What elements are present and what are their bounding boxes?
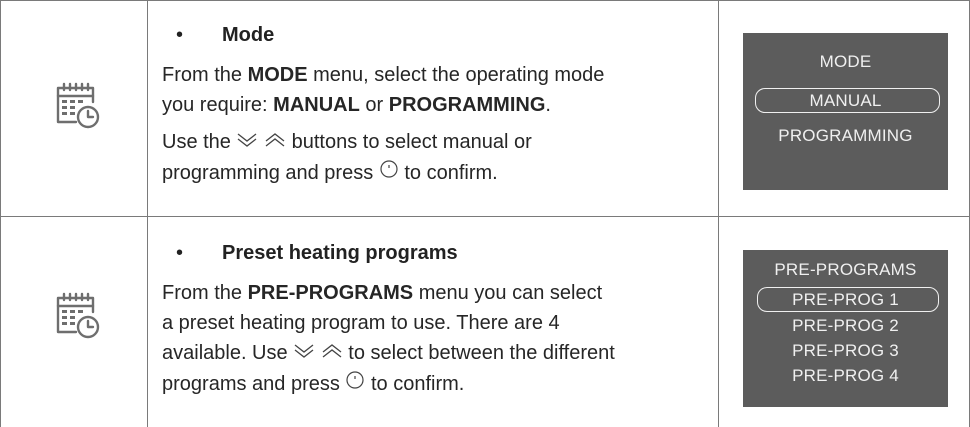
calendar-clock-icon	[53, 290, 103, 340]
confirm-button-icon	[379, 158, 399, 188]
confirm-button-icon	[345, 369, 365, 399]
double-chevron-up-icon	[264, 128, 286, 158]
emphasis-manual: MANUAL	[273, 94, 360, 116]
screen-item: PRE-PROG 4	[792, 366, 899, 385]
screen-item: PRE-PROG 1	[792, 290, 899, 309]
emphasis-programming: PROGRAMMING	[388, 94, 546, 116]
preset-description: From the PRE-PROGRAMS menu you can selec…	[162, 278, 717, 399]
bullet: •	[176, 242, 184, 264]
calendar-clock-icon	[53, 80, 103, 130]
row-divider	[0, 216, 970, 217]
section-heading-mode: Mode	[222, 24, 275, 46]
emphasis-mode: MODE	[247, 64, 308, 86]
emphasis-pre-programs: PRE-PROGRAMS	[247, 282, 414, 304]
screen-item: PRE-PROG 3	[792, 341, 899, 360]
screen-item: PRE-PROG 2	[792, 316, 899, 335]
lcd-mode-screen: MODE MANUAL PROGRAMMING	[743, 33, 948, 190]
instruction-table: • Mode From the MODE menu, select the op…	[0, 0, 970, 427]
lcd-preprograms-screen: PRE-PROGRAMS PRE-PROG 1 PRE-PROG 2 PRE-P…	[743, 250, 948, 407]
screen-item: PROGRAMMING	[778, 126, 913, 145]
double-chevron-up-icon	[321, 339, 343, 369]
double-chevron-down-icon	[236, 128, 258, 158]
screen-title: PRE-PROGRAMS	[774, 260, 917, 279]
double-chevron-down-icon	[293, 339, 315, 369]
column-divider-1	[147, 0, 148, 427]
screen-item: MANUAL	[809, 91, 882, 110]
bullet: •	[176, 24, 184, 46]
mode-instructions: Use the buttons to select manual or prog…	[162, 127, 712, 188]
table-border-top	[0, 0, 970, 1]
mode-description: From the MODE menu, select the operating…	[162, 64, 605, 116]
column-divider-2	[718, 0, 719, 427]
screen-title: MODE	[819, 52, 872, 71]
table-border-left	[0, 0, 1, 427]
section-heading-preset-programs: Preset heating programs	[222, 242, 458, 264]
